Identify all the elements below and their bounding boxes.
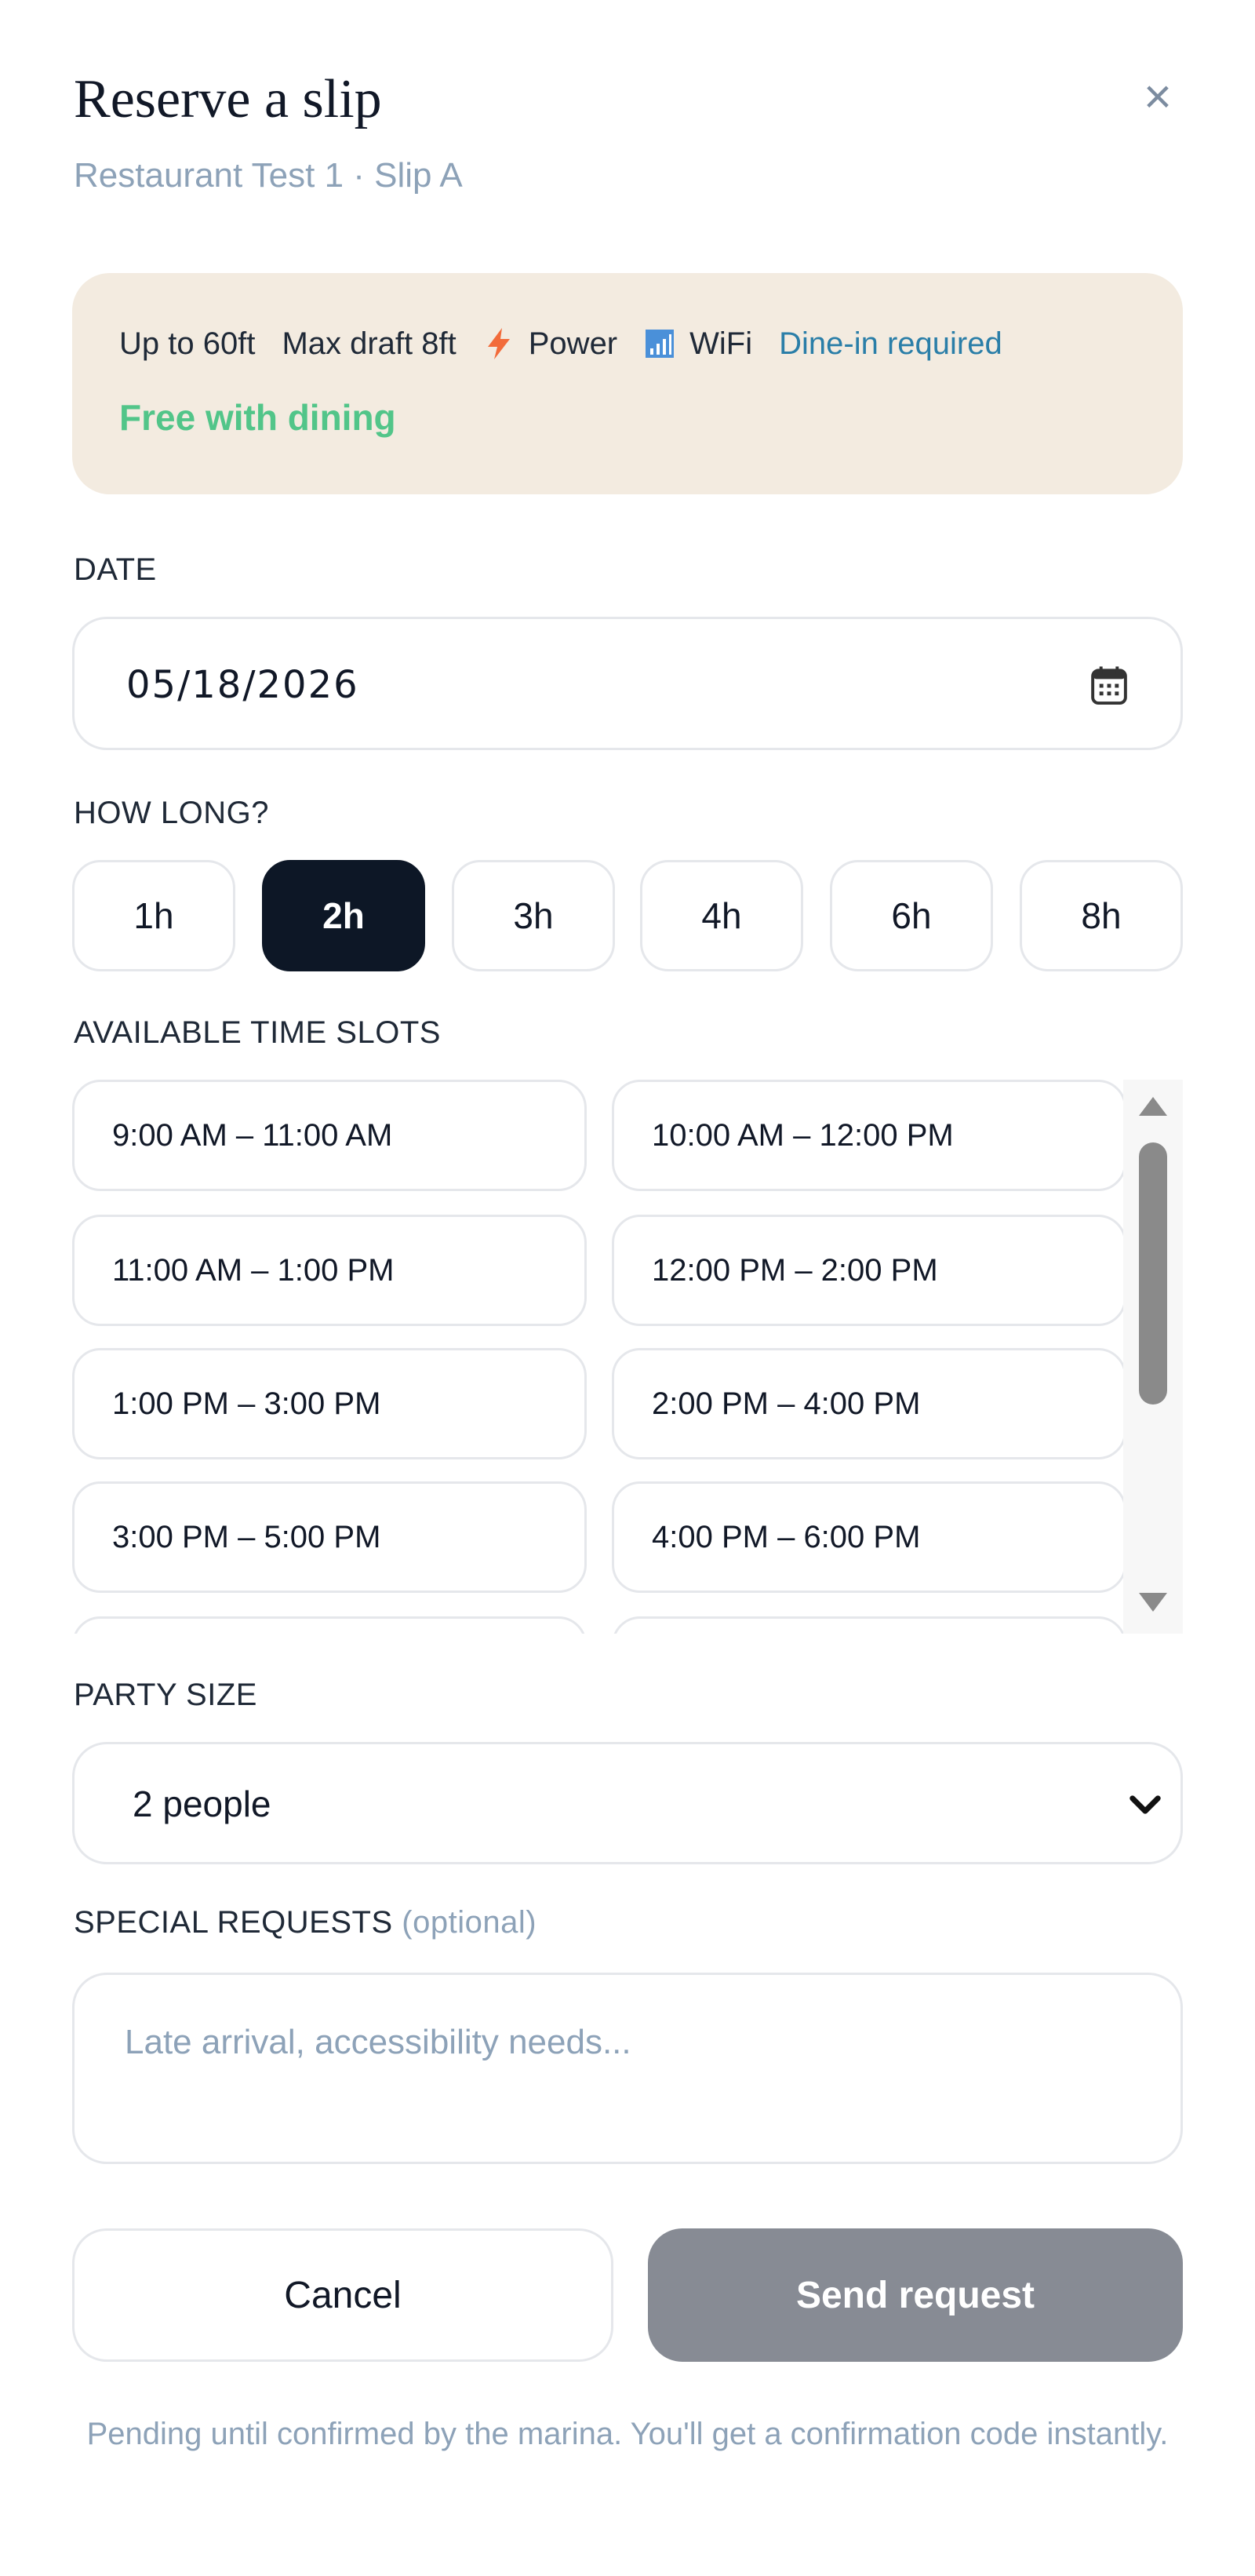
time-slot-partial[interactable]	[612, 1616, 1126, 1634]
time-slot-partial[interactable]	[72, 1616, 587, 1634]
special-requests-placeholder: Late arrival, accessibility needs...	[125, 2023, 631, 2061]
duration-option-3h[interactable]: 3h	[452, 860, 615, 971]
party-size-select[interactable]: 2 people	[72, 1742, 1183, 1864]
dialog-title: Reserve a slip	[74, 69, 382, 129]
party-size-label: PARTY SIZE	[74, 1678, 257, 1712]
power-amenity: Power	[528, 326, 618, 361]
time-slot[interactable]: 1:00 PM – 3:00 PM	[72, 1348, 587, 1459]
slip-info-card: Up to 60ft Max draft 8ft Power WiFi Dine…	[72, 273, 1183, 494]
lightning-icon	[487, 328, 510, 359]
special-requests-textarea[interactable]: Late arrival, accessibility needs...	[72, 1973, 1183, 2164]
time-slot[interactable]: 4:00 PM – 6:00 PM	[612, 1481, 1126, 1593]
price-note: Free with dining	[119, 397, 396, 438]
close-icon[interactable]: ×	[1134, 73, 1181, 122]
duration-option-4h[interactable]: 4h	[640, 860, 803, 971]
time-slot[interactable]: 11:00 AM – 1:00 PM	[72, 1215, 587, 1326]
time-slot[interactable]: 3:00 PM – 5:00 PM	[72, 1481, 587, 1593]
draft-spec: Max draft 8ft	[282, 326, 457, 361]
time-slots-scrollbar[interactable]	[1123, 1080, 1183, 1634]
chevron-down-icon	[1130, 1795, 1161, 1814]
duration-label: HOW LONG?	[74, 796, 269, 830]
dialog-subtitle: Restaurant Test 1 · Slip A	[74, 156, 463, 195]
send-request-button[interactable]: Send request	[648, 2228, 1183, 2362]
time-slot[interactable]: 2:00 PM – 4:00 PM	[612, 1348, 1126, 1459]
duration-option-8h[interactable]: 8h	[1020, 860, 1183, 971]
duration-options: 1h 2h 3h 4h 6h 8h	[72, 860, 1183, 971]
wifi-amenity: WiFi	[689, 326, 753, 361]
duration-option-2h[interactable]: 2h	[262, 860, 425, 971]
wifi-signal-icon	[646, 330, 675, 358]
duration-option-6h[interactable]: 6h	[830, 860, 993, 971]
scroll-thumb[interactable]	[1139, 1142, 1167, 1405]
time-slot[interactable]: 12:00 PM – 2:00 PM	[612, 1215, 1126, 1326]
time-slots-list[interactable]: 9:00 AM – 11:00 AM 10:00 AM – 12:00 PM 1…	[72, 1080, 1183, 1634]
time-slots-label: AVAILABLE TIME SLOTS	[74, 1015, 441, 1050]
scroll-up-arrow-icon[interactable]	[1139, 1097, 1167, 1116]
special-requests-label: SPECIAL REQUESTS (optional)	[74, 1902, 537, 1943]
party-size-value: 2 people	[133, 1784, 271, 1824]
dine-in-badge: Dine-in required	[779, 326, 1002, 361]
special-requests-label-text: SPECIAL REQUESTS	[74, 1905, 393, 1940]
confirmation-note: Pending until confirmed by the marina. Y…	[86, 2417, 1169, 2451]
dialog-header: Reserve a slip Restaurant Test 1 · Slip …	[74, 66, 1181, 207]
scroll-down-arrow-icon[interactable]	[1139, 1593, 1167, 1612]
calendar-icon[interactable]	[1089, 665, 1129, 707]
cancel-button[interactable]: Cancel	[72, 2228, 613, 2362]
optional-hint: (optional)	[402, 1905, 537, 1940]
date-input[interactable]: 05/18/2026	[72, 617, 1183, 750]
time-slot[interactable]: 10:00 AM – 12:00 PM	[612, 1080, 1126, 1191]
date-value: 05/18/2026	[126, 663, 359, 707]
date-label: DATE	[74, 552, 157, 587]
time-slot[interactable]: 9:00 AM – 11:00 AM	[72, 1080, 587, 1191]
length-spec: Up to 60ft	[119, 326, 256, 361]
amenities-row: Up to 60ft Max draft 8ft Power WiFi Dine…	[119, 320, 1002, 367]
duration-option-1h[interactable]: 1h	[72, 860, 235, 971]
